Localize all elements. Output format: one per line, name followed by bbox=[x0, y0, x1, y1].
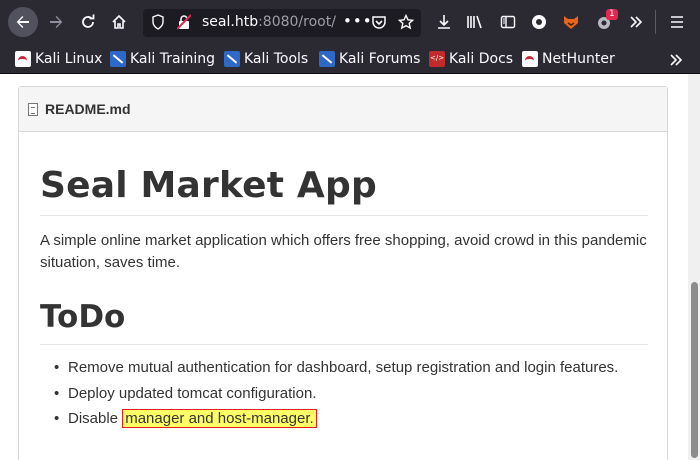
todo-heading: ToDo bbox=[40, 299, 648, 346]
readme-content: Seal Market App A simple online market a… bbox=[40, 132, 648, 432]
readme-description: A simple online market application which… bbox=[40, 232, 647, 272]
browser-toolbar: seal.htb:8080/root/ ••• 1 bbox=[0, 0, 700, 44]
file-icon bbox=[28, 102, 38, 116]
todo-list: Remove mutual authentication for dashboa… bbox=[40, 355, 648, 432]
extension-circle-icon[interactable] bbox=[524, 7, 554, 37]
bookmark-kali-docs[interactable]: Kali Docs bbox=[429, 50, 513, 68]
overflow-icon[interactable] bbox=[621, 7, 651, 37]
list-item: Deploy updated tomcat configuration. bbox=[54, 381, 648, 407]
page-viewport: README.md Seal Market App A simple onlin… bbox=[0, 74, 700, 460]
download-icon[interactable] bbox=[429, 7, 459, 37]
kali-training-icon bbox=[110, 51, 126, 67]
bookmark-nethunter[interactable]: NetHunter bbox=[522, 50, 615, 68]
readme-filename: README.md bbox=[45, 101, 131, 117]
bookmark-star-icon[interactable] bbox=[397, 13, 415, 34]
page-actions-icon[interactable]: ••• bbox=[343, 12, 373, 30]
bookmarks-toolbar: Kali Linux Kali Training Kali Tools Kali… bbox=[0, 44, 700, 74]
readme-panel: README.md Seal Market App A simple onlin… bbox=[18, 86, 668, 460]
insecure-lock-icon[interactable] bbox=[176, 14, 192, 34]
page-scrollbar[interactable] bbox=[688, 74, 700, 460]
url-bar[interactable]: seal.htb:8080/root/ ••• bbox=[143, 9, 421, 37]
foxyproxy-icon[interactable] bbox=[556, 7, 586, 37]
kali-docs-icon bbox=[429, 51, 445, 67]
list-item: Disable manager and host-manager. bbox=[54, 406, 648, 432]
readme-title: Seal Market App bbox=[40, 164, 648, 217]
kali-tools-icon bbox=[224, 51, 240, 67]
bookmark-kali-linux[interactable]: Kali Linux bbox=[15, 50, 102, 68]
list-item-prefix: Disable bbox=[68, 410, 119, 428]
nethunter-icon bbox=[522, 51, 538, 67]
sidebar-icon[interactable] bbox=[493, 7, 523, 37]
kali-forums-icon bbox=[319, 51, 335, 67]
readme-header: README.md bbox=[19, 87, 667, 132]
list-item: Remove mutual authentication for dashboa… bbox=[54, 355, 648, 381]
kali-icon bbox=[15, 51, 31, 67]
reload-icon[interactable] bbox=[73, 7, 103, 37]
bookmarks-overflow-icon[interactable] bbox=[668, 51, 684, 69]
url-text[interactable]: seal.htb:8080/root/ bbox=[202, 14, 352, 30]
bookmark-kali-tools[interactable]: Kali Tools bbox=[224, 50, 308, 68]
bookmark-kali-training[interactable]: Kali Training bbox=[110, 50, 215, 68]
notification-badge: 1 bbox=[606, 9, 618, 20]
home-icon[interactable] bbox=[104, 7, 134, 37]
extension-badge-icon[interactable]: 1 bbox=[589, 7, 619, 37]
library-icon[interactable] bbox=[460, 7, 490, 37]
scrollbar-thumb[interactable] bbox=[691, 282, 698, 458]
menu-icon[interactable] bbox=[662, 7, 692, 37]
highlighted-text: manager and host-manager. bbox=[122, 409, 317, 429]
bookmark-kali-forums[interactable]: Kali Forums bbox=[319, 50, 420, 68]
shield-icon[interactable] bbox=[151, 14, 165, 34]
forward-icon[interactable] bbox=[41, 7, 71, 37]
back-icon[interactable] bbox=[8, 7, 38, 37]
pocket-icon[interactable] bbox=[371, 14, 387, 34]
toolbar-divider bbox=[655, 10, 656, 34]
